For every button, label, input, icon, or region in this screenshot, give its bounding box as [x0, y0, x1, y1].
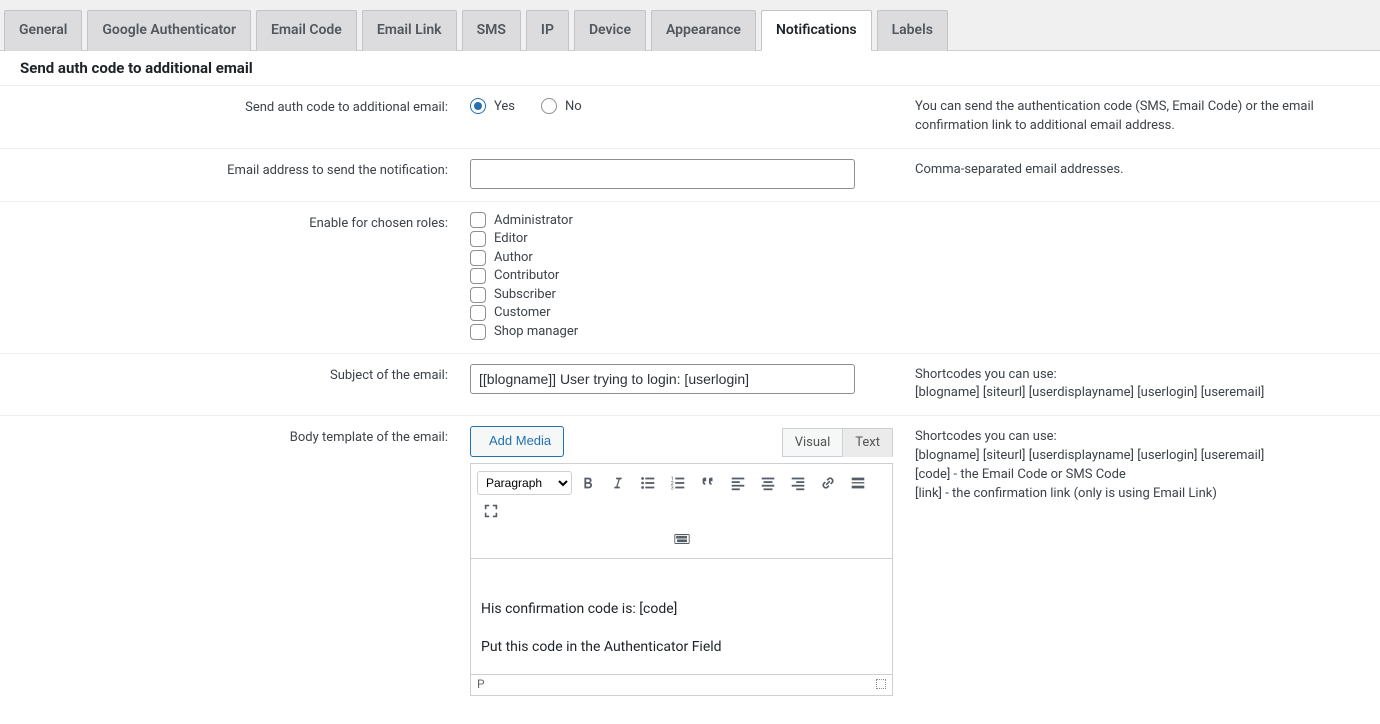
role-label: Administrator [494, 212, 573, 230]
editor-toolbar: Paragraph 123 [470, 463, 893, 559]
tab-notifications[interactable]: Notifications [761, 10, 872, 51]
row-send-code: Send auth code to additional email: Yes … [0, 86, 1380, 148]
label-send-code: Send auth code to additional email: [0, 86, 460, 148]
radio-yes-label: Yes [494, 99, 515, 114]
role-label: Customer [494, 304, 551, 322]
radio-no-label: No [565, 99, 582, 114]
radio-no-input[interactable] [541, 98, 557, 114]
role-checkbox[interactable] [470, 231, 486, 247]
tab-labels[interactable]: Labels [877, 10, 948, 51]
section-title: Send auth code to additional email [0, 51, 1380, 86]
row-subject: Subject of the email: Shortcodes you can… [0, 353, 1380, 416]
format-select[interactable]: Paragraph [477, 471, 572, 495]
role-checkbox[interactable] [470, 324, 486, 340]
role-item[interactable]: Administrator [470, 212, 893, 230]
desc-send-code: You can send the authentication code (SM… [905, 86, 1380, 148]
role-label: Contributor [494, 267, 559, 285]
desc-subject: Shortcodes you can use: [blogname] [site… [905, 353, 1380, 416]
subject-input[interactable] [470, 364, 855, 394]
number-list-icon[interactable]: 123 [664, 470, 692, 496]
tab-device[interactable]: Device [574, 10, 646, 51]
italic-icon[interactable] [604, 470, 632, 496]
tab-google-authenticator[interactable]: Google Authenticator [87, 10, 251, 51]
role-item[interactable]: Subscriber [470, 286, 893, 304]
role-checkbox[interactable] [470, 250, 486, 266]
tab-appearance[interactable]: Appearance [651, 10, 756, 51]
bold-icon[interactable] [574, 470, 602, 496]
role-label: Subscriber [494, 286, 556, 304]
editor-tab-text[interactable]: Text [842, 428, 893, 457]
row-body: Body template of the email: Add Media Vi… [0, 416, 1380, 708]
desc-body: Shortcodes you can use: [blogname] [site… [905, 416, 1380, 708]
blockquote-icon[interactable] [694, 470, 722, 496]
label-subject: Subject of the email: [0, 353, 460, 416]
desc-email-address: Comma-separated email addresses. [905, 148, 1380, 201]
add-media-button[interactable]: Add Media [470, 426, 564, 457]
editor-tab-visual[interactable]: Visual [782, 428, 844, 457]
align-right-icon[interactable] [784, 470, 812, 496]
roles-list: Administrator Editor Author Contributor … [470, 212, 893, 341]
role-label: Shop manager [494, 323, 578, 341]
tab-sms[interactable]: SMS [462, 10, 521, 51]
link-icon[interactable] [814, 470, 842, 496]
row-roles: Enable for chosen roles: Administrator E… [0, 201, 1380, 353]
role-checkbox[interactable] [470, 212, 486, 228]
role-item[interactable]: Contributor [470, 267, 893, 285]
label-body: Body template of the email: [0, 416, 460, 708]
email-input[interactable] [470, 159, 855, 189]
tab-ip[interactable]: IP [526, 10, 569, 51]
add-media-label: Add Media [489, 431, 551, 452]
tab-email-link[interactable]: Email Link [362, 10, 457, 51]
role-item[interactable]: Author [470, 249, 893, 267]
editor-path: P [477, 677, 485, 691]
role-checkbox[interactable] [470, 268, 486, 284]
role-checkbox[interactable] [470, 287, 486, 303]
wysiwyg-editor: Paragraph 123 [470, 463, 893, 696]
fullscreen-icon[interactable] [477, 498, 505, 524]
role-item[interactable]: Customer [470, 304, 893, 322]
role-label: Editor [494, 230, 528, 248]
tab-general[interactable]: General [4, 10, 82, 51]
editor-status-bar: P [470, 675, 893, 696]
tab-email-code[interactable]: Email Code [256, 10, 357, 51]
role-label: Author [494, 249, 533, 267]
align-center-icon[interactable] [754, 470, 782, 496]
resize-handle-icon[interactable] [876, 679, 886, 689]
role-item[interactable]: Shop manager [470, 323, 893, 341]
radio-yes[interactable]: Yes [470, 98, 515, 114]
role-item[interactable]: Editor [470, 230, 893, 248]
row-email-address: Email address to send the notification: … [0, 148, 1380, 201]
radio-no[interactable]: No [541, 98, 582, 114]
label-roles: Enable for chosen roles: [0, 201, 460, 353]
tabs-nav: General Google Authenticator Email Code … [0, 0, 1380, 51]
editor-content[interactable]: His confirmation code is: [code] Put thi… [470, 559, 893, 675]
role-checkbox[interactable] [470, 305, 486, 321]
svg-text:3: 3 [671, 485, 674, 491]
label-email-address: Email address to send the notification: [0, 148, 460, 201]
toolbar-toggle-icon[interactable] [477, 526, 886, 552]
read-more-icon[interactable] [844, 470, 872, 496]
bullet-list-icon[interactable] [634, 470, 662, 496]
align-left-icon[interactable] [724, 470, 752, 496]
radio-yes-input[interactable] [470, 98, 486, 114]
